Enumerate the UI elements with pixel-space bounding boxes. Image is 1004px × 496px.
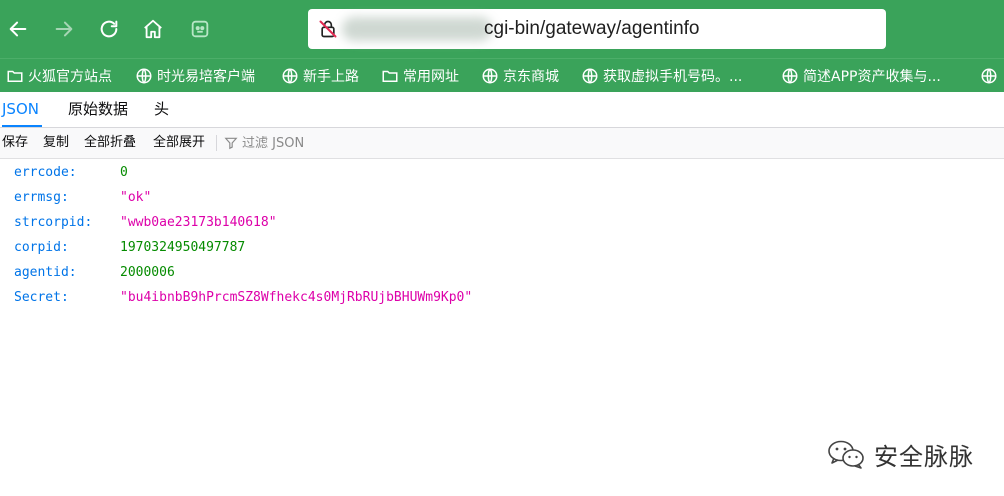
json-key: agentid: — [14, 265, 77, 280]
bookmark-label: 火狐官方站点 — [28, 69, 112, 85]
json-viewer-tabs: JSON 原始数据 头 — [0, 92, 1004, 128]
reload-icon[interactable] — [93, 13, 125, 45]
tab-json[interactable]: JSON — [2, 92, 42, 127]
bookmark-item[interactable]: 京东商城 — [481, 59, 559, 93]
json-row[interactable]: strcorpid: "wwb0ae23173b140618" — [0, 210, 1004, 235]
redacted-host — [342, 17, 492, 41]
bookmark-item[interactable]: 新手上路 — [281, 59, 359, 93]
copy-button[interactable]: 复制 — [43, 128, 69, 158]
json-row[interactable]: errmsg: "ok" — [0, 185, 1004, 210]
json-value: "wwb0ae23173b140618" — [120, 215, 277, 230]
json-key: strcorpid: — [14, 215, 93, 230]
json-key: Secret: — [14, 290, 69, 305]
bookmark-label: 新手上路 — [303, 69, 359, 85]
bookmark-label: 京东商城 — [503, 69, 559, 85]
json-action-bar: 保存 复制 全部折叠 全部展开 — [0, 128, 1004, 159]
filter-json-field[interactable] — [224, 128, 424, 158]
bookmark-item[interactable]: 常用网址 — [381, 59, 459, 93]
bookmark-item[interactable]: 简述APP资产收集与... — [781, 59, 941, 93]
json-row[interactable]: agentid: 2000006 — [0, 260, 1004, 285]
expand-all-button[interactable]: 全部展开 — [153, 128, 205, 158]
collapse-all-button[interactable]: 全部折叠 — [84, 128, 136, 158]
json-value: 0 — [120, 165, 128, 180]
divider — [216, 135, 217, 151]
json-key: errmsg: — [14, 190, 69, 205]
bookmark-item[interactable]: 火狐官方站点 — [6, 59, 112, 93]
json-value: 1970324950497787 — [120, 240, 246, 255]
json-value: "bu4ibnbB9hPrcmSZ8Wfhekc4s0MjRbRUjbBHUWm… — [120, 290, 473, 305]
tab-headers[interactable]: 头 — [154, 92, 169, 127]
extension-icon[interactable] — [184, 13, 216, 45]
wechat-icon — [828, 440, 864, 469]
back-arrow-icon[interactable] — [2, 13, 34, 45]
navigation-toolbar: cgi-bin/gateway/agentinfo — [0, 0, 1004, 58]
folder-icon — [7, 70, 23, 82]
globe-icon — [136, 68, 152, 84]
address-bar[interactable]: cgi-bin/gateway/agentinfo — [308, 9, 886, 49]
filter-icon — [224, 137, 238, 150]
bookmark-item[interactable]: 时光易培客户端 — [135, 59, 255, 93]
watermark-text: 安全脉脉 — [874, 442, 974, 471]
json-row[interactable]: Secret: "bu4ibnbB9hPrcmSZ8Wfhekc4s0MjRbR… — [0, 285, 1004, 310]
globe-icon — [282, 68, 298, 84]
json-tree: errcode: 0 errmsg: "ok" strcorpid: "wwb0… — [0, 160, 1004, 310]
bookmark-label: 获取虚拟手机号码。... — [603, 69, 743, 85]
url-text[interactable]: cgi-bin/gateway/agentinfo — [484, 9, 699, 49]
bookmarks-toolbar: 火狐官方站点 时光易培客户端 新手上路 常用网址 京东商城 获取虚拟手机号码。.… — [0, 58, 1004, 93]
bookmark-label: 简述APP资产收集与... — [803, 69, 941, 85]
folder-icon — [382, 70, 398, 82]
json-value: "ok" — [120, 190, 152, 205]
forward-arrow-icon[interactable] — [48, 13, 80, 45]
bookmark-label: 时光易培客户端 — [157, 69, 255, 85]
filter-json-input[interactable] — [242, 135, 422, 151]
bookmark-item[interactable]: 获取虚拟手机号码。... — [581, 59, 742, 93]
globe-icon — [782, 68, 798, 84]
insecure-lock-icon[interactable] — [318, 19, 338, 39]
json-value: 2000006 — [120, 265, 175, 280]
bookmark-overflow[interactable] — [980, 59, 998, 93]
globe-icon — [582, 68, 598, 84]
save-button[interactable]: 保存 — [2, 128, 28, 158]
tab-raw-data[interactable]: 原始数据 — [68, 92, 128, 127]
json-row[interactable]: errcode: 0 — [0, 160, 1004, 185]
json-key: corpid: — [14, 240, 69, 255]
json-row[interactable]: corpid: 1970324950497787 — [0, 235, 1004, 260]
home-icon[interactable] — [137, 13, 169, 45]
watermark: 安全脉脉 — [826, 434, 974, 474]
globe-icon — [981, 68, 997, 84]
globe-icon — [482, 68, 498, 84]
json-key: errcode: — [14, 165, 77, 180]
bookmark-label: 常用网址 — [403, 69, 459, 85]
